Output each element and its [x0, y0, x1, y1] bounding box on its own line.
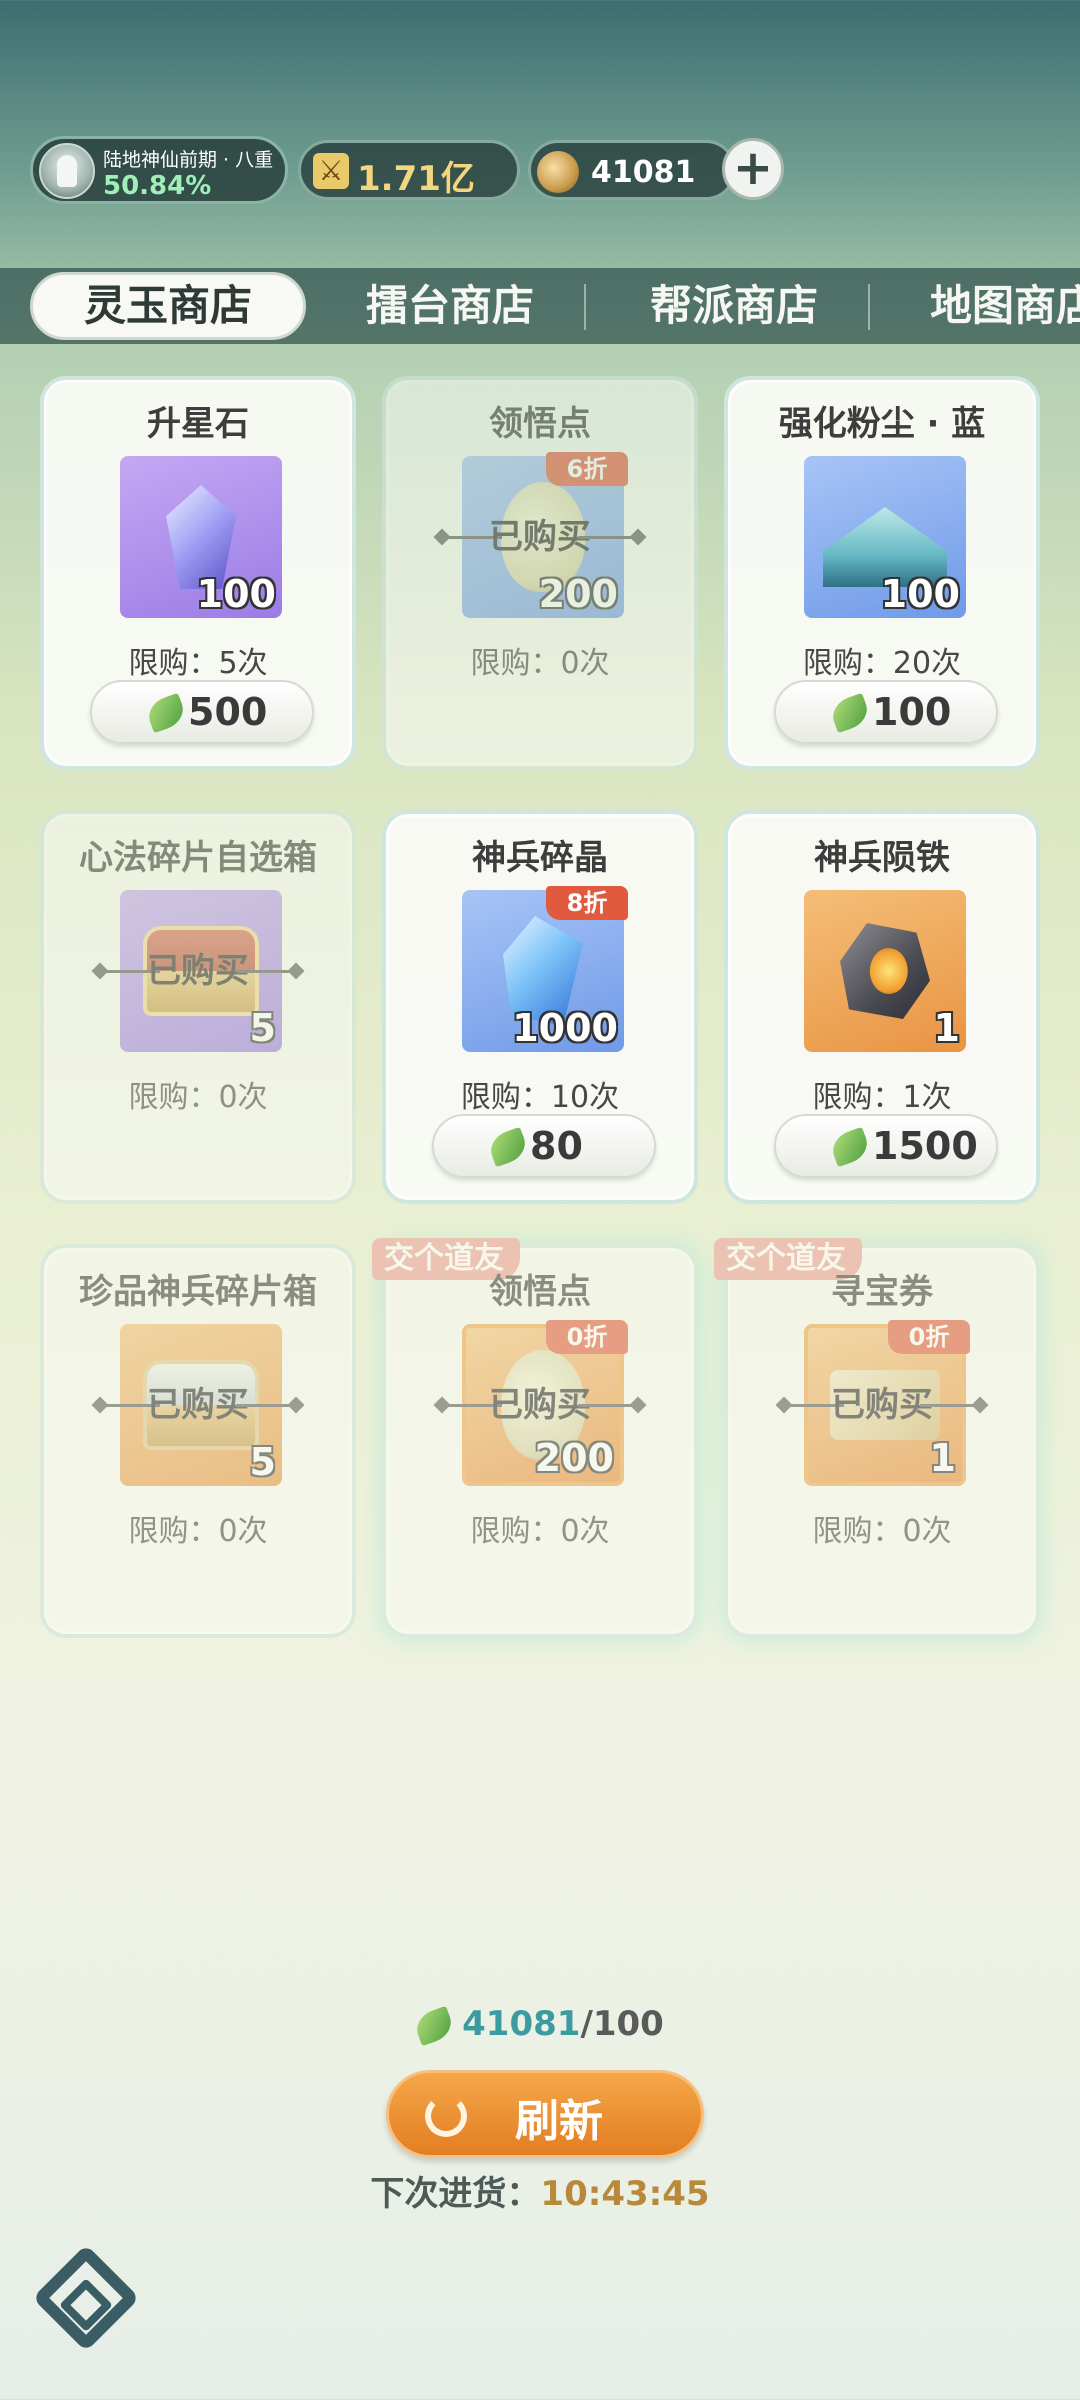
shop-item-card[interactable]: 珍品神兵碎片箱 5 已购买 限购：0次	[40, 1244, 356, 1638]
refresh-cost: 100	[592, 2004, 664, 2044]
item-name: 升星石	[147, 404, 249, 444]
spirit-jade-icon	[827, 692, 873, 734]
purchase-limit: 限购：0次	[470, 646, 610, 681]
add-currency-button[interactable]: +	[722, 138, 784, 200]
currency-balance: 41081/100	[0, 2004, 1080, 2046]
spirit-jade-icon	[827, 1126, 873, 1168]
discount-badge: 8折	[546, 886, 628, 920]
item-name: 领悟点	[489, 404, 591, 444]
shop-item-card[interactable]: 升星石 100 限购：5次 500	[40, 376, 356, 770]
spirit-jade-icon	[412, 2005, 457, 2046]
realm-badge[interactable]: 陆地神仙前期 · 八重 50.84%	[30, 136, 288, 204]
sold-out-marker: 已购买	[728, 1380, 1036, 1430]
sold-out-marker: 已购买	[44, 1380, 352, 1430]
realm-progress: 50.84%	[103, 171, 212, 201]
shop-tabs: 灵玉商店 擂台商店 帮派商店 地图商店	[0, 268, 1080, 344]
shop-item-card[interactable]: 交个道友 寻宝券 1 0折 已购买 限购：0次	[714, 1238, 1040, 1638]
realm-name: 陆地神仙前期 · 八重	[103, 149, 274, 171]
item-name: 领悟点	[489, 1272, 591, 1312]
spirit-jade-icon	[485, 1126, 531, 1168]
countdown: 10:43:45	[540, 2174, 710, 2214]
sold-out-marker: 已购买	[44, 946, 352, 996]
item-name: 神兵陨铁	[814, 838, 950, 878]
item-name: 强化粉尘 · 蓝	[778, 404, 986, 444]
shop-item-card[interactable]: 神兵碎晶 1000 8折 限购：10次 80	[382, 810, 698, 1204]
restock-timer: 下次进货：10:43:45	[370, 2174, 710, 2214]
price: 500	[188, 690, 268, 734]
item-quantity: 1	[933, 1006, 960, 1050]
shop-item-card[interactable]: 交个道友 领悟点 200 0折 已购买 限购：0次	[372, 1238, 698, 1638]
price: 80	[530, 1124, 583, 1168]
price: 1500	[872, 1124, 978, 1168]
balance-owned: 41081	[462, 2004, 581, 2044]
item-name: 神兵碎晶	[472, 838, 608, 878]
crossed-swords-icon: ⚔	[313, 153, 349, 189]
purchase-limit: 限购：0次	[470, 1514, 610, 1549]
refresh-button[interactable]: 刷新	[386, 2070, 704, 2158]
item-quantity: 5	[249, 1006, 276, 1050]
tab-arena-shop[interactable]: 擂台商店	[330, 272, 570, 340]
purchase-limit: 限购：5次	[128, 646, 268, 681]
purchase-limit: 限购：0次	[128, 1514, 268, 1549]
tab-divider	[868, 284, 870, 330]
item-name: 寻宝券	[831, 1272, 933, 1312]
tab-jade-shop[interactable]: 灵玉商店	[30, 272, 306, 340]
purchase-limit: 限购：0次	[128, 1080, 268, 1115]
tab-map-shop[interactable]: 地图商店	[900, 272, 1080, 340]
shop-item-card[interactable]: 领悟点 200 6折 已购买 限购：0次	[382, 376, 698, 770]
refresh-icon	[425, 2095, 467, 2137]
status-bar: 陆地神仙前期 · 八重 50.84% ⚔ 1.71亿 41081 +	[30, 132, 1050, 208]
item-quantity: 200	[538, 572, 618, 616]
spirit-jade-icon	[143, 692, 189, 734]
purchase-limit: 限购：1次	[812, 1080, 952, 1115]
item-name: 珍品神兵碎片箱	[79, 1272, 317, 1312]
combat-power: ⚔ 1.71亿	[298, 140, 520, 200]
purchase-limit: 限购：20次	[802, 646, 962, 681]
purchase-limit: 限购：0次	[812, 1514, 952, 1549]
meteor-iron-icon: 1	[804, 890, 966, 1052]
discount-badge: 0折	[546, 1320, 628, 1354]
sold-out-marker: 已购买	[386, 1380, 694, 1430]
item-quantity: 5	[249, 1440, 276, 1484]
item-quantity: 1000	[512, 1006, 618, 1050]
buy-button[interactable]: 100	[774, 680, 998, 744]
shop-item-card[interactable]: 强化粉尘 · 蓝 100 限购：20次 100	[724, 376, 1040, 770]
discount-badge: 0折	[888, 1320, 970, 1354]
item-name: 心法碎片自选箱	[79, 838, 317, 878]
buy-button[interactable]: 80	[432, 1114, 656, 1178]
item-quantity: 200	[534, 1436, 614, 1480]
sold-out-marker: 已购买	[386, 512, 694, 562]
enhance-dust-icon: 100	[804, 456, 966, 618]
currency-value: 41081	[591, 155, 696, 190]
jade-coin-icon	[537, 151, 579, 193]
star-stone-icon: 100	[120, 456, 282, 618]
price: 100	[872, 690, 952, 734]
tab-guild-shop[interactable]: 帮派商店	[614, 272, 854, 340]
buy-button[interactable]: 500	[90, 680, 314, 744]
menu-logo-icon[interactable]	[32, 2244, 140, 2352]
buy-button[interactable]: 1500	[774, 1114, 998, 1178]
tab-divider	[584, 284, 586, 330]
item-quantity: 100	[196, 572, 276, 616]
shop-item-card[interactable]: 神兵陨铁 1 限购：1次 1500	[724, 810, 1040, 1204]
purchase-limit: 限购：10次	[460, 1080, 620, 1115]
item-quantity: 1	[929, 1436, 956, 1480]
power-value: 1.71亿	[357, 159, 475, 199]
discount-badge: 6折	[546, 452, 628, 486]
item-quantity: 100	[880, 572, 960, 616]
currency-display: 41081	[528, 140, 736, 200]
avatar	[39, 143, 95, 199]
refresh-label: 刷新	[515, 2096, 603, 2147]
shop-item-card[interactable]: 心法碎片自选箱 5 已购买 限购：0次	[40, 810, 356, 1204]
